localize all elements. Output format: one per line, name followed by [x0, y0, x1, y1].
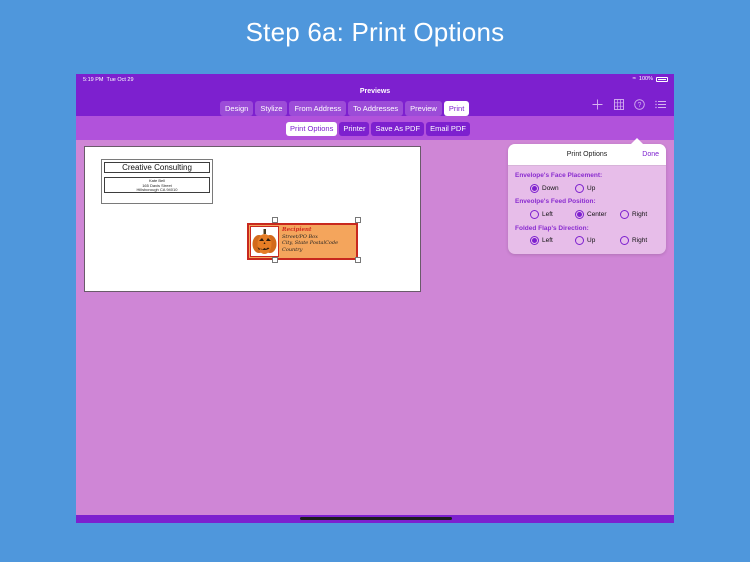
subtab-printer[interactable]: Printer [339, 122, 370, 136]
tab-preview[interactable]: Preview [405, 101, 442, 116]
status-time-value: 5:19 PM [83, 77, 104, 83]
section-label-0: Envelope's Face Placement: [515, 172, 603, 179]
radio-selected-icon[interactable] [530, 236, 539, 245]
subtab-save-as-pdf[interactable]: Save As PDF [371, 122, 425, 136]
radio-unselected-icon[interactable] [530, 210, 539, 219]
battery-percent: 100% [638, 76, 653, 82]
radio-label: Right [632, 237, 648, 244]
help-icon[interactable]: ? [634, 99, 645, 110]
radio-label: Center [587, 211, 607, 218]
radio-unselected-icon[interactable] [575, 236, 584, 245]
radio-label: Left [542, 237, 553, 244]
radio-option-0-up[interactable]: Up [575, 184, 595, 193]
radio-unselected-icon[interactable] [620, 236, 629, 245]
radio-option-1-left[interactable]: Left [530, 210, 553, 219]
subtab-email-pdf[interactable]: Email PDF [426, 122, 470, 136]
popover-header: Print Options Done [508, 144, 666, 166]
svg-text:?: ? [638, 102, 642, 109]
section-label-2: Folded Flap's Direction: [515, 225, 589, 232]
radio-option-2-up[interactable]: Up [575, 236, 595, 245]
pumpkin-icon [252, 229, 277, 254]
page-title: Step 6a: Print Options [245, 17, 505, 47]
tab-to-addresses[interactable]: To Addresses [348, 101, 404, 116]
main-tabs: Design Stylize From Address To Addresses Pre… [220, 101, 470, 116]
print-subtabs: Print Options Printer Save As PDF Email PDF [286, 122, 470, 136]
home-indicator[interactable] [300, 517, 452, 520]
radio-option-1-center[interactable]: Center [575, 210, 607, 219]
radio-option-1-right[interactable]: Right [620, 210, 647, 219]
nav-bar: Previews Design Stylize From Address To Add… [76, 86, 674, 116]
bottom-bar [76, 515, 674, 523]
status-right: ≈ 100% [633, 76, 668, 82]
return-address-block[interactable]: Creative Consulting Kate Bell 165 Davis … [101, 159, 213, 204]
nav-title: Previews [359, 88, 391, 95]
return-line-city: Hillsborough CA 94010 [136, 187, 178, 192]
radio-label: Down [542, 185, 559, 192]
radio-selected-icon[interactable] [575, 210, 584, 219]
label-line-country: Country [282, 246, 303, 253]
tab-print[interactable]: Print [443, 101, 470, 116]
grid-icon[interactable] [613, 99, 624, 110]
radio-option-2-left[interactable]: Left [530, 236, 553, 245]
resize-handle-bottom-right[interactable] [355, 257, 361, 263]
sub-toolbar: Print Options Printer Save As PDF Email PDF [76, 116, 674, 140]
radio-label: Up [587, 185, 596, 192]
radio-option-0-down[interactable]: Down [530, 184, 559, 193]
tab-from-address[interactable]: From Address [289, 101, 347, 116]
envelope-preview: Creative Consulting Kate Bell 165 Davis … [84, 146, 421, 292]
status-date: Tue Oct 29 [106, 77, 134, 83]
resize-handle-top-right[interactable] [355, 217, 361, 223]
list-icon[interactable] [655, 99, 666, 110]
recipient-label-wrapper[interactable]: Recipient Street/PO Box City, State Post… [247, 223, 358, 260]
section-label-1: Enveolpe's Feed Position: [515, 198, 596, 205]
subtab-print-options[interactable]: Print Options [286, 122, 338, 136]
company-name: Creative Consulting [104, 162, 210, 173]
label-line-city: City, State PostalCode [282, 240, 339, 246]
tab-stylize[interactable]: Stylize [255, 101, 288, 116]
status-bar: 5:19 PM Tue Oct 29 ≈ 100% [76, 74, 674, 86]
resize-handle-top-left[interactable] [272, 217, 278, 223]
radio-option-2-right[interactable]: Right [620, 236, 647, 245]
wifi-icon: ≈ [632, 76, 636, 82]
return-address: Kate Bell 165 Davis Street Hillsborough … [104, 177, 210, 193]
tab-design[interactable]: Design [220, 101, 254, 116]
print-options-popover: Print Options Done Envelope's Face Place… [508, 138, 666, 254]
move-icon[interactable] [592, 99, 603, 110]
radio-selected-icon[interactable] [530, 184, 539, 193]
radio-label: Right [632, 211, 648, 218]
nav-icons: ? [592, 99, 666, 110]
radio-label: Up [587, 237, 596, 244]
resize-handle-bottom-left[interactable] [272, 257, 278, 263]
radio-unselected-icon[interactable] [575, 184, 584, 193]
app-window: 5:19 PM Tue Oct 29 ≈ 100% Previews Desig… [76, 74, 674, 523]
label-image [250, 226, 279, 257]
status-time: 5:19 PM Tue Oct 29 [83, 77, 134, 83]
battery-icon [656, 76, 668, 82]
radio-unselected-icon[interactable] [620, 210, 629, 219]
radio-label: Left [542, 211, 553, 218]
recipient-label[interactable]: Recipient Street/PO Box City, State Post… [247, 223, 358, 260]
label-text: Recipient Street/PO Box City, State Post… [282, 227, 338, 253]
done-button[interactable]: Done [642, 151, 659, 158]
